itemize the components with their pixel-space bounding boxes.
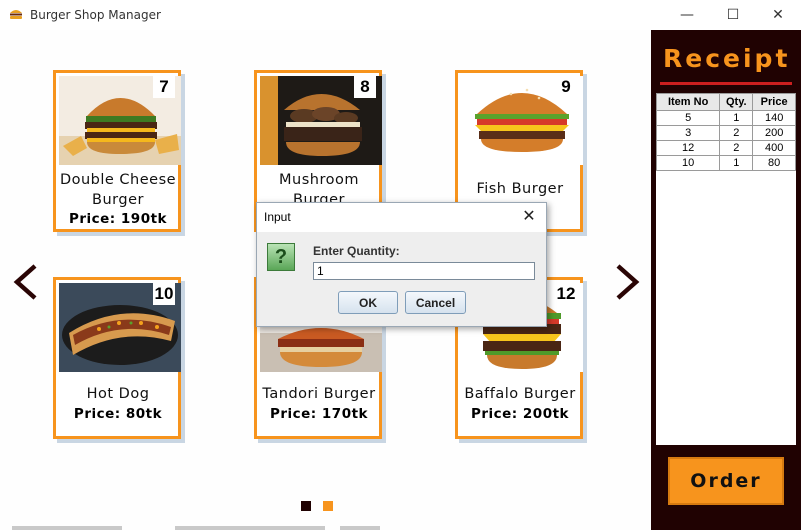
cell-item-no: 5 (655, 110, 721, 126)
page-dot-1[interactable] (301, 501, 311, 511)
receipt-divider (660, 82, 792, 85)
cell-item-no: 10 (655, 155, 721, 171)
dialog-body: ? Enter Quantity: OK Cancel (257, 232, 546, 326)
column-header-price[interactable]: Price (752, 93, 796, 111)
dialog-title: Input (264, 210, 291, 224)
quantity-input[interactable] (313, 262, 535, 280)
cell-qty: 1 (719, 155, 754, 171)
chevron-right-icon[interactable] (612, 262, 642, 302)
item-number: 12 (555, 283, 577, 305)
receipt-table-container: Item No Qty. Price 5 1 140 3 2 200 12 2 … (655, 93, 796, 445)
receipt-title: Receipt (663, 44, 791, 73)
item-number: 8 (354, 76, 376, 98)
item-price: Price: 200tk (470, 406, 570, 422)
close-icon: ✕ (772, 7, 784, 23)
dialog-close-icon[interactable]: ✕ (518, 206, 540, 228)
item-name: Baffalo Burger (464, 386, 576, 402)
title-bar: Burger Shop Manager — ☐ ✕ (0, 0, 801, 30)
menu-card-10[interactable]: 10 Hot Dog Price: 80tk (53, 277, 181, 439)
question-icon: ? (267, 243, 295, 271)
cell-item-no: 3 (655, 125, 721, 141)
cell-item-no: 12 (655, 140, 721, 156)
item-price: Price: 170tk (269, 406, 369, 422)
close-button[interactable]: ✕ (755, 0, 801, 30)
quantity-prompt-label: Enter Quantity: (313, 244, 400, 258)
column-header-item-no[interactable]: Item No (655, 93, 721, 111)
maximize-icon: ☐ (726, 7, 740, 23)
cell-price: 80 (752, 155, 796, 171)
order-button[interactable]: Order (668, 457, 784, 505)
item-name: Fish Burger (476, 181, 564, 197)
page-dot-2[interactable] (323, 501, 333, 511)
table-row[interactable]: 3 2 200 (655, 125, 796, 141)
ok-button[interactable]: OK (338, 291, 398, 314)
table-row[interactable]: 12 2 400 (655, 140, 796, 156)
item-number: 7 (153, 76, 175, 98)
app-burger-icon (10, 10, 22, 19)
table-row[interactable]: 5 1 140 (655, 110, 796, 126)
cell-qty: 2 (719, 125, 754, 141)
cell-qty: 2 (719, 140, 754, 156)
chevron-left-icon[interactable] (11, 262, 41, 302)
cell-qty: 1 (719, 110, 754, 126)
minimize-button[interactable]: — (664, 0, 710, 30)
item-price: Price: 190tk (68, 211, 168, 227)
item-name: Double Cheese Burger (59, 172, 177, 208)
window-title: Burger Shop Manager (30, 8, 161, 22)
receipt-table: Item No Qty. Price 5 1 140 3 2 200 12 2 … (655, 93, 796, 171)
maximize-button[interactable]: ☐ (710, 0, 756, 30)
cell-price: 140 (752, 110, 796, 126)
item-price: Price: 80tk (73, 406, 163, 422)
item-name: Tandori Burger (262, 386, 376, 402)
item-number: 10 (153, 283, 175, 305)
table-row[interactable]: 10 1 80 (655, 155, 796, 171)
column-header-qty[interactable]: Qty. (719, 93, 754, 111)
cancel-button[interactable]: Cancel (405, 291, 466, 314)
minimize-icon: — (680, 7, 694, 23)
quantity-input-dialog: Input ✕ ? Enter Quantity: OK Cancel (256, 202, 547, 327)
item-number: 9 (555, 76, 577, 98)
menu-card-7[interactable]: 7 Double Cheese Burger Price: 190tk (53, 70, 181, 232)
cell-price: 200 (752, 125, 796, 141)
item-name: Hot Dog (86, 386, 150, 402)
bottom-cropped-strip (12, 526, 380, 530)
cell-price: 400 (752, 140, 796, 156)
